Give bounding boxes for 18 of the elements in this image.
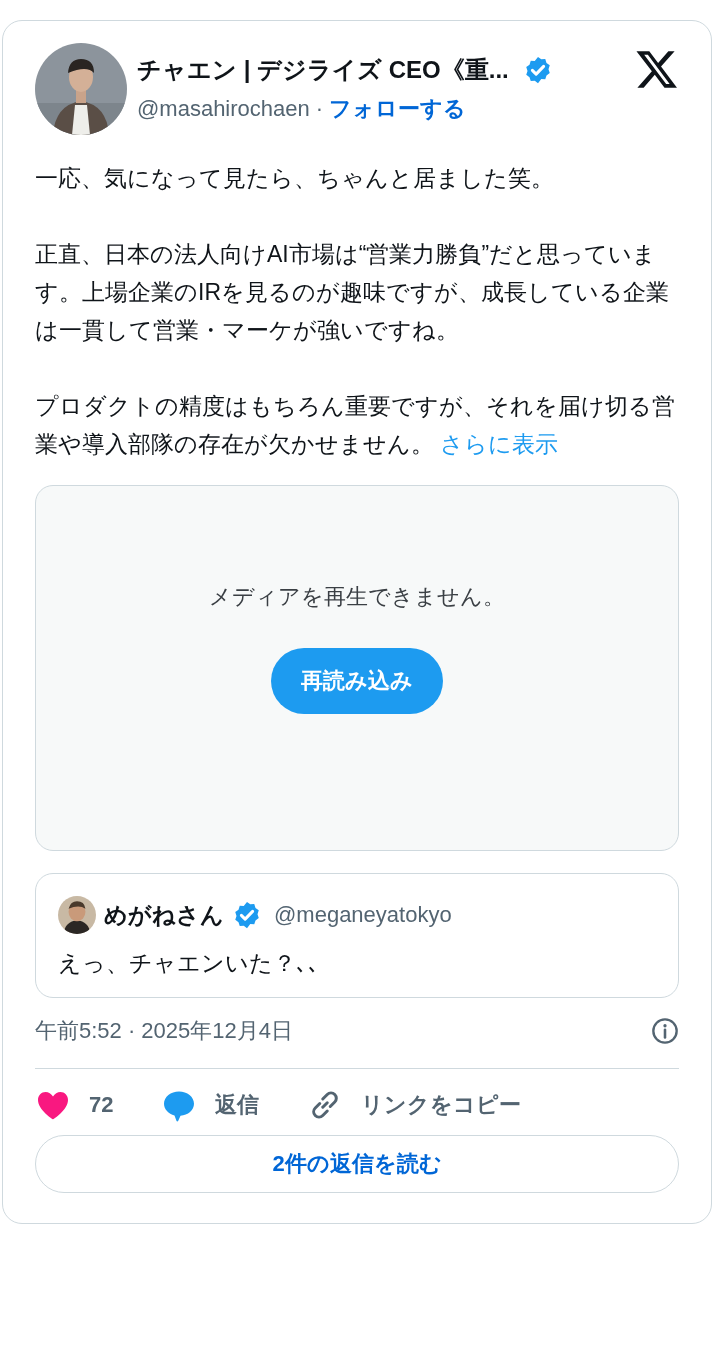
media-error-text: メディアを再生できません。: [209, 583, 505, 611]
follow-link[interactable]: フォローする: [329, 94, 467, 124]
quoted-author-name: めがねさん: [104, 900, 224, 930]
quoted-text: えっ、チャエンいた？､､: [58, 949, 321, 978]
author-handle[interactable]: @masahirochaen: [137, 96, 310, 122]
separator: ·: [315, 96, 324, 122]
link-action[interactable]: リンクをコピー: [307, 1087, 522, 1123]
quoted-author-handle: @meganeyatokyo: [274, 902, 452, 928]
info-icon[interactable]: [651, 1017, 679, 1045]
reply-action[interactable]: 返信: [161, 1087, 260, 1123]
post-text: プロダクトの精度はもちろん重要ですが、それを届け切る営業や導入部隊の存在が欠かせません。 さらに表示: [35, 392, 676, 459]
post-timestamp[interactable]: 午前5:52 · 2025年12月4日: [35, 1016, 294, 1046]
post-text: 正直、日本の法人向けAI市場は“営業力勝負”だと思っています。上場企業のIRを見るのが趣味ですが、成長している企業は一貫して営業・マーケが強いですね。: [35, 240, 670, 345]
read-replies-button[interactable]: 2件の返信を読む: [35, 1135, 679, 1193]
post-text: 一応、気になって見たら、ちゃんと居ました笑。: [35, 164, 555, 193]
quoted-post[interactable]: めがねさん @meganeyatokyo えっ、チャエンいた？､､: [35, 873, 679, 998]
author-name[interactable]: チャエン | デジライズ CEO《重...: [137, 54, 509, 86]
like-action[interactable]: 72: [35, 1087, 114, 1123]
